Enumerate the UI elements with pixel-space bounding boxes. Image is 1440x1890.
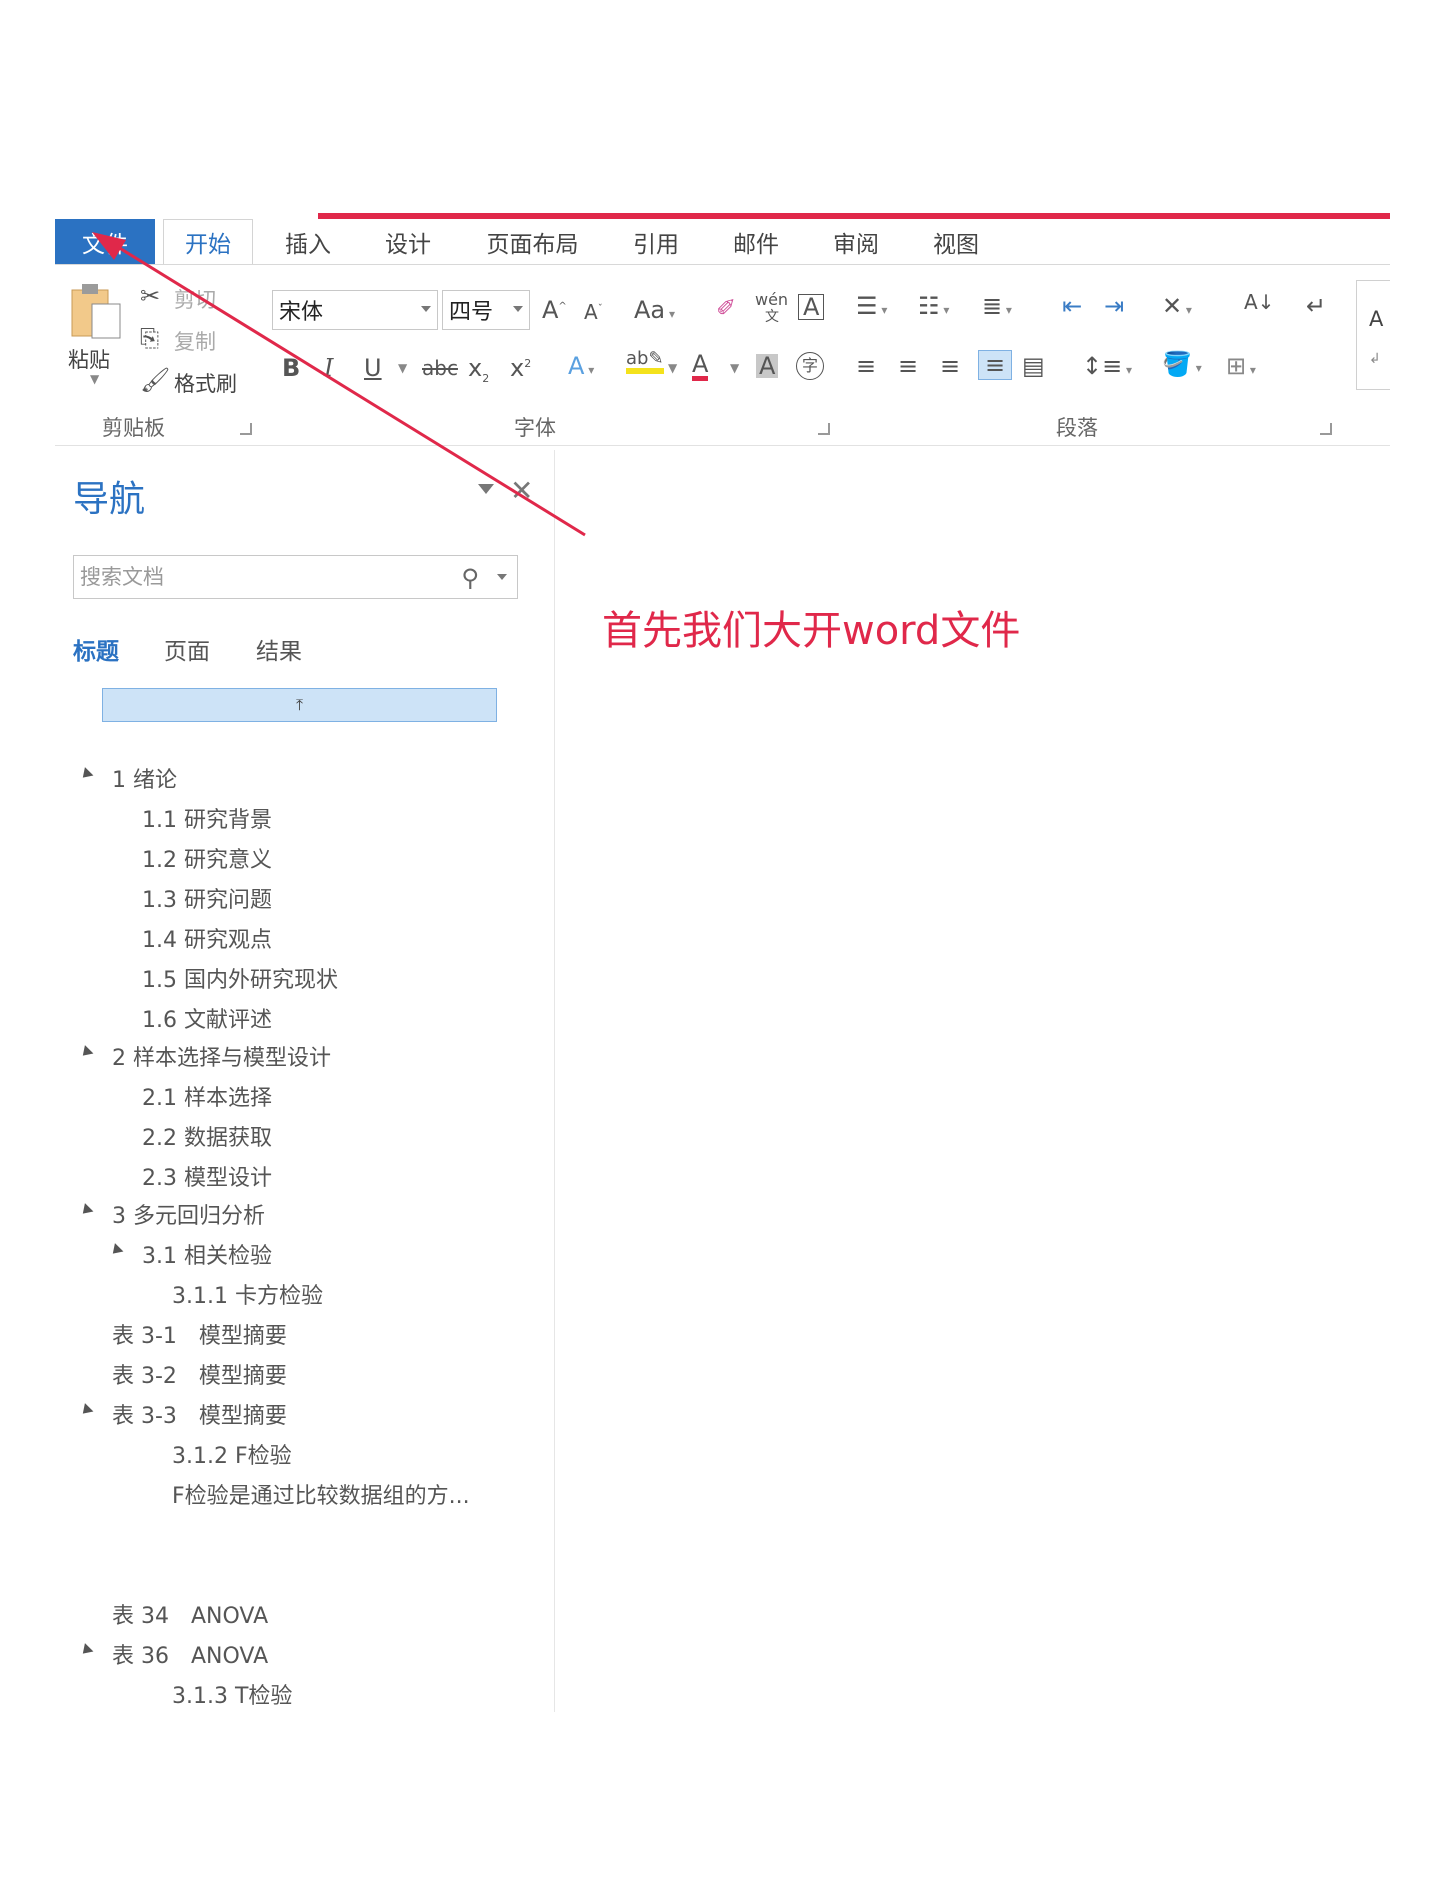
annotation-arrow xyxy=(92,232,586,537)
annotation-text: 首先我们大开word文件 xyxy=(602,608,1021,654)
